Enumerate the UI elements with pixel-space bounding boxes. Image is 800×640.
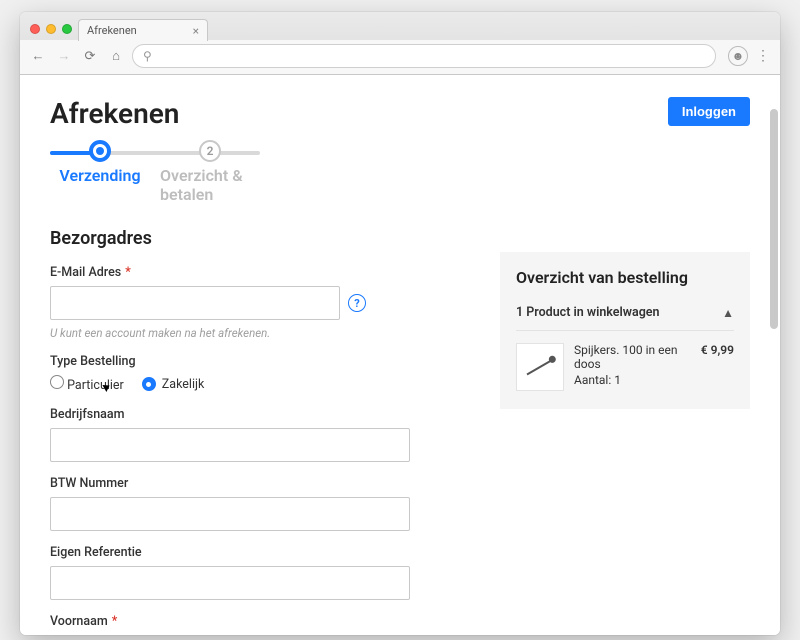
help-icon[interactable]: ?: [348, 294, 366, 312]
step-shipping-label: Verzending: [59, 166, 140, 185]
window-controls: [28, 24, 78, 40]
vat-input[interactable]: [50, 497, 410, 531]
email-hint: U kunt een account maken na het afrekene…: [50, 326, 470, 340]
order-type-label: Type Bestelling: [50, 354, 470, 369]
company-label: Bedrijfsnaam: [50, 407, 470, 422]
chevron-up-icon: ▲: [722, 306, 734, 320]
browser-window: Afrekenen × ← → ⟳ ⌂ ⚲ ☻ ⋮ Afrekenen Inlo…: [20, 12, 780, 635]
checkout-page: Afrekenen Inloggen Verzending 2 Overzich…: [20, 75, 780, 635]
back-icon[interactable]: ←: [28, 46, 48, 66]
section-title: Bezorgadres: [50, 228, 470, 249]
checkout-steps: Verzending 2 Overzicht & betalen: [50, 140, 750, 204]
profile-icon[interactable]: ☻: [728, 46, 748, 66]
step-indicator-number: 2: [199, 140, 221, 162]
cart-count: 1 Product in winkelwagen: [516, 305, 660, 320]
field-vat: BTW Nummer: [50, 476, 470, 531]
cart-item: Spijkers. 100 in een doos € 9,99 Aantal:…: [516, 331, 734, 391]
browser-toolbar: ← → ⟳ ⌂ ⚲ ☻ ⋮: [20, 40, 780, 74]
radio-unchecked-icon: [50, 375, 64, 389]
radio-checked-icon: [142, 377, 156, 391]
field-reference: Eigen Referentie: [50, 545, 470, 600]
close-window-icon[interactable]: [30, 24, 40, 34]
minimize-window-icon[interactable]: [46, 24, 56, 34]
field-firstname: Voornaam*: [50, 614, 470, 635]
step-indicator-active-icon: [89, 140, 111, 162]
product-price: € 9,99: [701, 343, 734, 371]
step-shipping[interactable]: Verzending: [50, 140, 150, 204]
vat-label: BTW Nummer: [50, 476, 470, 491]
radio-zakelijk[interactable]: Zakelijk: [142, 377, 205, 392]
cart-toggle-row[interactable]: 1 Product in winkelwagen ▲: [516, 299, 734, 331]
tab-title: Afrekenen: [87, 24, 137, 37]
radio-particulier[interactable]: Particulier: [50, 375, 124, 393]
address-bar[interactable]: ⚲: [132, 44, 716, 68]
menu-icon[interactable]: ⋮: [754, 48, 772, 64]
product-thumbnail: [516, 343, 564, 391]
required-star-icon: *: [112, 614, 118, 629]
nail-icon: [527, 359, 554, 376]
product-name: Spijkers. 100 in een doos: [574, 343, 693, 371]
firstname-label: Voornaam*: [50, 614, 470, 629]
summary-title: Overzicht van bestelling: [516, 268, 734, 287]
field-company: Bedrijfsnaam: [50, 407, 470, 462]
maximize-window-icon[interactable]: [62, 24, 72, 34]
reload-icon[interactable]: ⟳: [80, 46, 100, 66]
tab-strip: Afrekenen ×: [20, 12, 780, 40]
order-type-radio-group: Particulier Zakelijk: [50, 375, 470, 393]
page-title: Afrekenen: [50, 97, 179, 130]
order-summary: Overzicht van bestelling 1 Product in wi…: [500, 252, 750, 635]
page-header: Afrekenen Inloggen: [50, 97, 750, 130]
email-label: E-Mail Adres*: [50, 265, 470, 280]
home-icon[interactable]: ⌂: [106, 46, 126, 66]
browser-chrome: Afrekenen × ← → ⟳ ⌂ ⚲ ☻ ⋮: [20, 12, 780, 75]
shipping-form: Bezorgadres E-Mail Adres* ? U kunt een a…: [50, 228, 470, 635]
field-email: E-Mail Adres* ? U kunt een account maken…: [50, 265, 470, 340]
browser-tab[interactable]: Afrekenen ×: [78, 19, 208, 41]
search-icon: ⚲: [143, 49, 152, 63]
required-star-icon: *: [125, 265, 131, 280]
step-review-pay[interactable]: 2 Overzicht & betalen: [160, 140, 260, 204]
company-input[interactable]: [50, 428, 410, 462]
step-review-label: Overzicht & betalen: [160, 166, 260, 204]
checkout-columns: Bezorgadres E-Mail Adres* ? U kunt een a…: [50, 228, 750, 635]
forward-icon[interactable]: →: [54, 46, 74, 66]
product-qty: Aantal: 1: [574, 373, 734, 387]
field-order-type: Type Bestelling Particulier Zakelijk: [50, 354, 470, 393]
reference-input[interactable]: [50, 566, 410, 600]
page-viewport: Afrekenen Inloggen Verzending 2 Overzich…: [20, 75, 780, 635]
login-button[interactable]: Inloggen: [668, 97, 750, 126]
email-input[interactable]: [50, 286, 340, 320]
reference-label: Eigen Referentie: [50, 545, 470, 560]
scrollbar-thumb[interactable]: [770, 109, 778, 329]
close-tab-icon[interactable]: ×: [193, 25, 199, 37]
